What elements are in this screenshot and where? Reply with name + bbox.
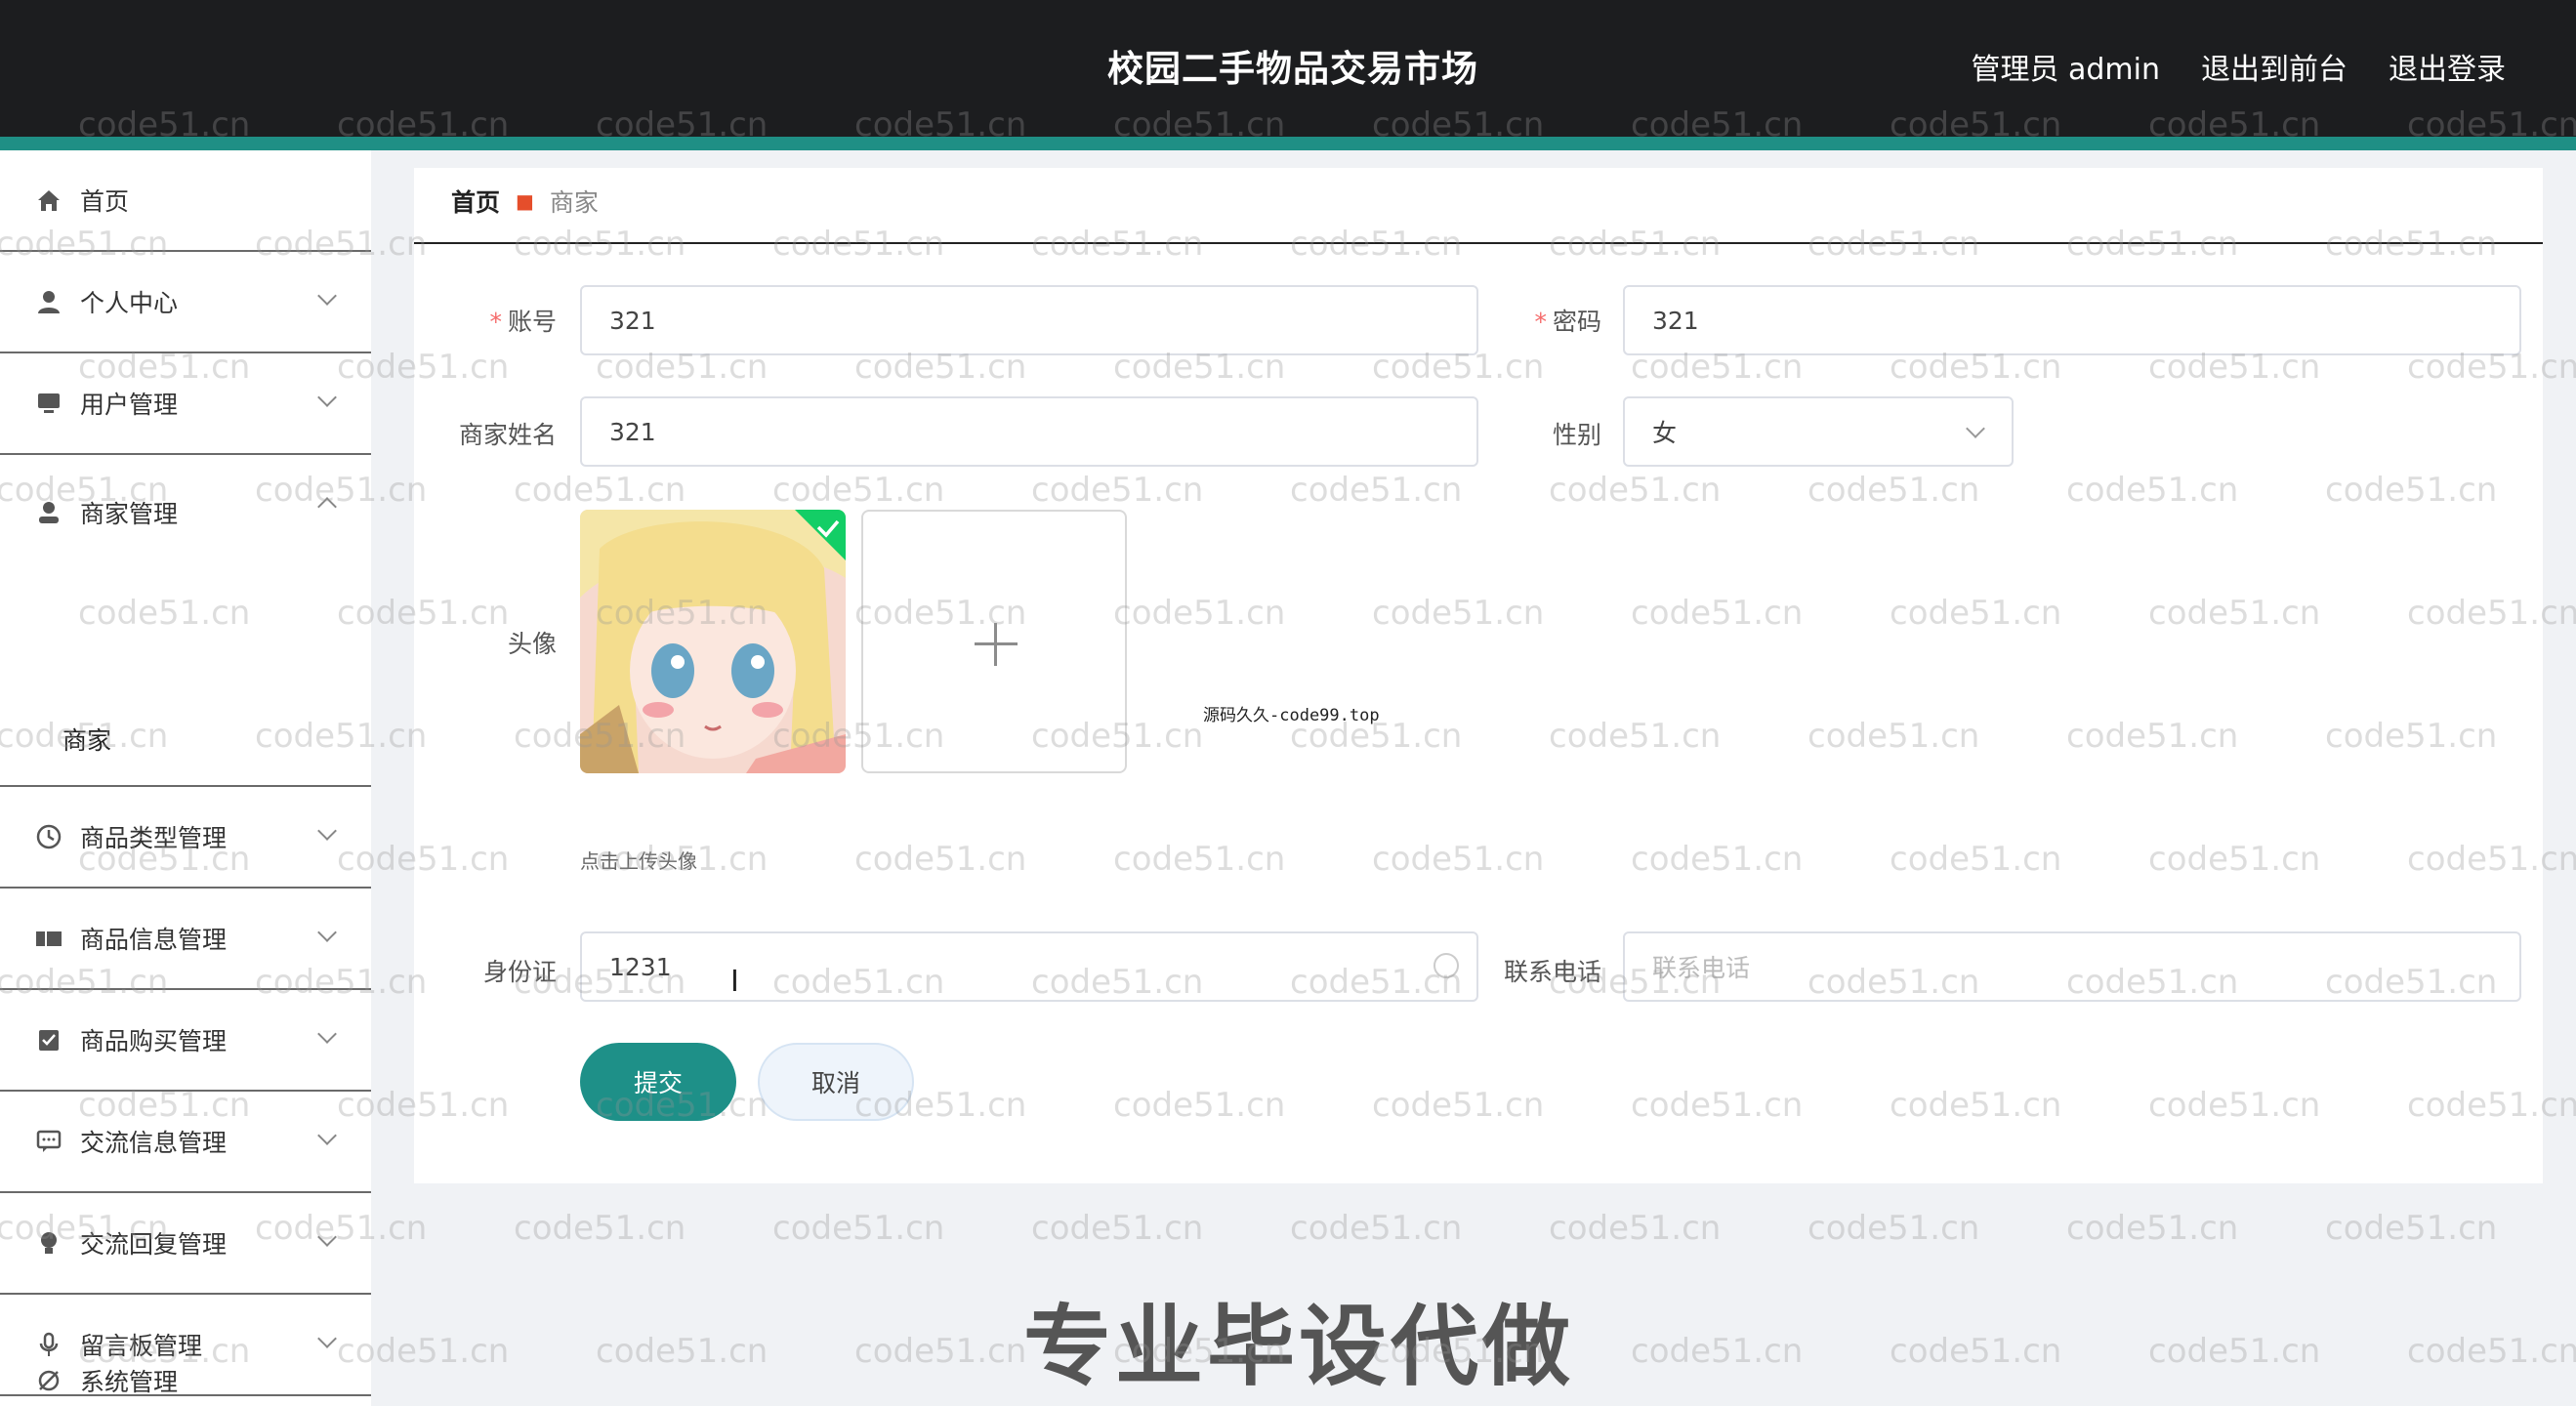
- watermark-text: code51.cn: [2325, 1209, 2498, 1248]
- breadcrumb-current: 商家: [549, 188, 599, 217]
- phone-label: 联系电话: [1503, 958, 1601, 986]
- merchant-name-label: 商家姓名: [458, 421, 557, 449]
- sidebar-item-exchange-reply[interactable]: 交流回复管理: [0, 1193, 371, 1295]
- breadcrumb-separator-icon: ■: [516, 189, 534, 213]
- check-box-icon: [33, 1024, 64, 1055]
- gender-selected-value: 女: [1652, 419, 1678, 447]
- sidebar-item-label: 用户管理: [80, 391, 179, 419]
- sidebar-item-goods-type[interactable]: 商品类型管理: [0, 787, 371, 889]
- sidebar-subitem-label: 商家: [62, 726, 112, 755]
- sidebar-item-personal[interactable]: 个人中心: [0, 252, 371, 353]
- sidebar-item-label: 商品购买管理: [80, 1027, 228, 1055]
- user-icon: [33, 286, 64, 317]
- settings-icon: [33, 1365, 64, 1396]
- avatar-upload-button[interactable]: [861, 510, 1127, 773]
- watermark-text: code51.cn: [854, 1332, 1027, 1371]
- sidebar-item-goods-purchase[interactable]: 商品购买管理: [0, 990, 371, 1092]
- id-card-value: 1231: [609, 952, 672, 981]
- watermark-text: code51.cn: [2407, 1332, 2576, 1371]
- avatar-label: 头像: [507, 630, 557, 658]
- watermark-text: code51.cn: [596, 1332, 769, 1371]
- bulb-icon: [33, 1227, 64, 1259]
- avatar-upload-tip: 点击上传头像: [580, 849, 697, 873]
- sidebar-item-label: 商品信息管理: [80, 926, 228, 954]
- sidebar-item-goods-info[interactable]: 商品信息管理: [0, 889, 371, 990]
- sidebar-item-label: 商家管理: [80, 500, 179, 528]
- top-right-menu: 管理员 admin 退出到前台 退出登录: [1971, 45, 2506, 88]
- bottom-banner: 专业毕设代做: [1023, 1296, 1574, 1398]
- admin-label: 管理员 admin: [1971, 53, 2160, 87]
- watermark-text: code51.cn: [1290, 1209, 1463, 1248]
- sidebar-item-label: 系统管理: [80, 1368, 179, 1396]
- sidebar-item-label: 交流回复管理: [80, 1230, 228, 1259]
- watermark-text: code51.cn: [1890, 1332, 2062, 1371]
- app-title: 校园二手物品交易市场: [1107, 48, 1478, 90]
- sidebar-item-label: 个人中心: [80, 289, 179, 317]
- sidebar-item-exchange-info[interactable]: 交流信息管理: [0, 1092, 371, 1193]
- chevron-down-icon: [317, 821, 337, 841]
- watermark-text: code51.cn: [1031, 1209, 1204, 1248]
- text-cursor-icon: I: [730, 965, 739, 999]
- sidebar-item-label: 首页: [80, 187, 130, 216]
- top-accent-stripe: [0, 137, 2576, 150]
- submit-button[interactable]: 提交: [580, 1043, 736, 1121]
- monitor-icon: [33, 388, 64, 419]
- password-label: * 密码: [1534, 308, 1601, 336]
- merchant-name-input[interactable]: 321: [580, 396, 1478, 467]
- sidebar-item-system[interactable]: 系统管理: [0, 1355, 371, 1406]
- home-icon: [33, 185, 64, 216]
- breadcrumb: 首页 ■ 商家: [451, 184, 599, 219]
- account-label: * 账号: [489, 308, 557, 336]
- chevron-down-icon: [317, 286, 337, 306]
- clock-icon: [33, 821, 64, 852]
- sidebar-item-home[interactable]: 首页: [0, 150, 371, 252]
- sidebar-item-merchant-management[interactable]: 商家管理: [0, 455, 371, 570]
- logout-link[interactable]: 退出登录: [2389, 45, 2506, 88]
- center-tag-text: 源码久久-code99.top: [1203, 706, 1380, 725]
- watermark-text: code51.cn: [514, 1209, 686, 1248]
- breadcrumb-divider: [414, 242, 2543, 244]
- password-input[interactable]: 321: [1623, 285, 2521, 355]
- chevron-down-icon: [317, 923, 337, 942]
- sidebar-item-label: 商品类型管理: [80, 824, 228, 852]
- id-card-label: 身份证: [482, 958, 557, 986]
- chevron-down-icon: [317, 1329, 337, 1348]
- sidebar-item-users[interactable]: 用户管理: [0, 353, 371, 455]
- chevron-down-icon: [317, 1024, 337, 1044]
- sidebar-subitem-merchant[interactable]: 商家: [0, 693, 371, 787]
- person-icon: [33, 497, 64, 528]
- watermark-text: code51.cn: [1549, 1209, 1722, 1248]
- watermark-text: code51.cn: [2066, 1209, 2239, 1248]
- chevron-down-icon: [317, 1126, 337, 1145]
- phone-input[interactable]: 联系电话: [1623, 931, 2521, 1002]
- chevron-down-icon: [317, 1227, 337, 1247]
- watermark-text: code51.cn: [772, 1209, 945, 1248]
- clear-input-icon[interactable]: [1433, 953, 1459, 978]
- chevron-up-icon: [317, 497, 337, 517]
- chat-icon: [33, 1126, 64, 1157]
- exit-to-front-link[interactable]: 退出到前台: [2201, 45, 2347, 88]
- watermark-text: code51.cn: [1807, 1209, 1980, 1248]
- id-card-input[interactable]: 1231: [580, 931, 1478, 1002]
- breadcrumb-home[interactable]: 首页: [451, 184, 500, 219]
- cancel-button[interactable]: 取消: [758, 1043, 914, 1121]
- chevron-down-icon: [317, 388, 337, 407]
- avatar-image[interactable]: [580, 510, 846, 773]
- sidebar-item-label: 交流信息管理: [80, 1129, 228, 1157]
- chevron-down-icon: [1966, 419, 1985, 438]
- sidebar: 首页 个人中心 用户管理 商家管理 商家 商品类型管理 商品信息管理 商品购买管…: [0, 150, 371, 1406]
- gender-label: 性别: [1552, 421, 1601, 449]
- gender-select[interactable]: 女: [1623, 396, 2014, 467]
- watermark-text: code51.cn: [2148, 1332, 2321, 1371]
- watermark-text: code51.cn: [1631, 1332, 1804, 1371]
- account-input[interactable]: 321: [580, 285, 1478, 355]
- ticket-icon: [33, 923, 64, 954]
